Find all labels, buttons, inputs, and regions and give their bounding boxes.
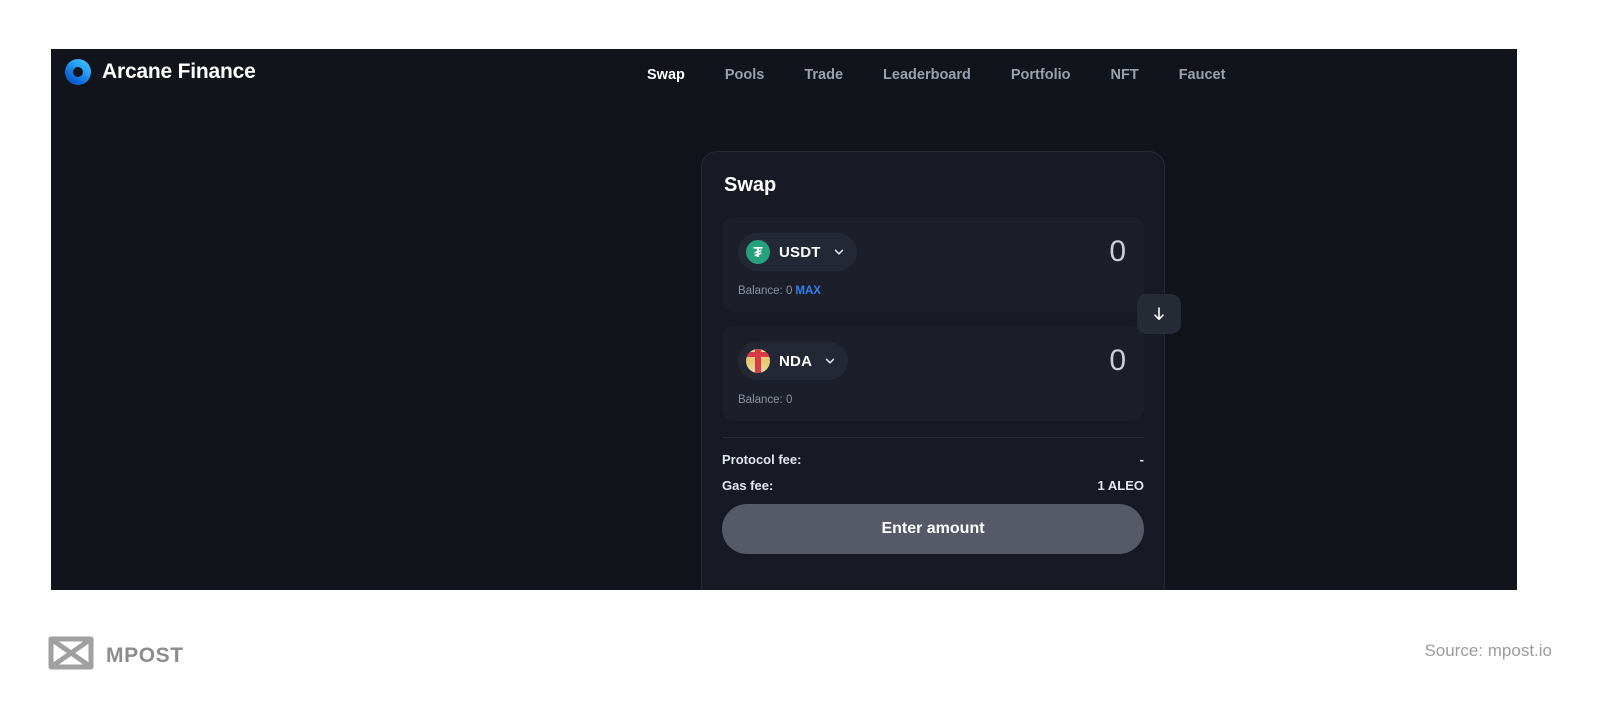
protocol-fee-label: Protocol fee:: [722, 452, 802, 467]
from-token-symbol: USDT: [779, 243, 821, 261]
fee-summary: Protocol fee: - Gas fee: 1 ALEO: [722, 437, 1144, 493]
nav-links: Swap Pools Trade Leaderboard Portfolio N…: [647, 64, 1225, 86]
mpost-logo-text: MPOST: [106, 643, 184, 667]
nav-item-portfolio[interactable]: Portfolio: [1011, 64, 1071, 86]
mpost-logo-icon: [48, 636, 94, 675]
swap-direction-button[interactable]: [1137, 294, 1181, 334]
nav-item-swap[interactable]: Swap: [647, 64, 685, 86]
gas-fee-row: Gas fee: 1 ALEO: [722, 478, 1144, 493]
to-token-selector[interactable]: NDA: [738, 342, 849, 380]
from-balance-line: Balance: 0 MAX: [738, 285, 1128, 297]
nav-item-pools[interactable]: Pools: [725, 64, 764, 86]
nav-item-trade[interactable]: Trade: [804, 64, 843, 86]
mpost-logo-group: MPOST: [48, 636, 184, 675]
swap-card: Swap ₮ USDT 0 Balance: 0 MAX NDA 0 Balan…: [701, 151, 1181, 590]
chevron-down-icon: [824, 355, 836, 367]
to-token-symbol: NDA: [779, 352, 813, 370]
from-balance-label: Balance: 0: [738, 285, 793, 297]
to-amount-input[interactable]: 0: [1109, 346, 1128, 376]
arcane-ring-logo-icon: [65, 59, 91, 85]
source-attribution: Source: mpost.io: [1424, 641, 1552, 660]
from-amount-input[interactable]: 0: [1109, 237, 1128, 267]
nda-token-icon: [746, 349, 770, 373]
nav-item-nft[interactable]: NFT: [1111, 64, 1139, 86]
swap-from-panel: ₮ USDT 0 Balance: 0 MAX: [722, 217, 1181, 334]
protocol-fee-value: -: [1139, 452, 1144, 467]
usdt-tether-icon: ₮: [746, 240, 770, 264]
max-button[interactable]: MAX: [795, 285, 821, 297]
nav-item-faucet[interactable]: Faucet: [1179, 64, 1226, 86]
swap-card-title: Swap: [724, 174, 777, 196]
top-navbar: Arcane Finance Swap Pools Trade Leaderbo…: [51, 49, 1517, 101]
nav-item-leaderboard[interactable]: Leaderboard: [883, 64, 971, 86]
app-screenshot: Arcane Finance Swap Pools Trade Leaderbo…: [51, 49, 1517, 590]
swap-to-panel: NDA 0 Balance: 0: [722, 326, 1144, 421]
swap-from-row: ₮ USDT 0: [738, 233, 1128, 271]
swap-to-row: NDA 0: [738, 342, 1128, 380]
chevron-down-icon: [833, 246, 845, 258]
from-token-selector[interactable]: ₮ USDT: [738, 233, 857, 271]
gas-fee-label: Gas fee:: [722, 478, 774, 493]
arrow-down-icon: [1150, 305, 1168, 323]
brand-name: Arcane Finance: [102, 60, 256, 83]
protocol-fee-row: Protocol fee: -: [722, 452, 1144, 467]
page-root: Arcane Finance Swap Pools Trade Leaderbo…: [0, 0, 1600, 707]
enter-amount-button[interactable]: Enter amount: [722, 504, 1144, 554]
brand-logo-group[interactable]: Arcane Finance: [65, 59, 256, 85]
gas-fee-value: 1 ALEO: [1097, 478, 1144, 493]
to-balance-line: Balance: 0: [738, 394, 793, 406]
